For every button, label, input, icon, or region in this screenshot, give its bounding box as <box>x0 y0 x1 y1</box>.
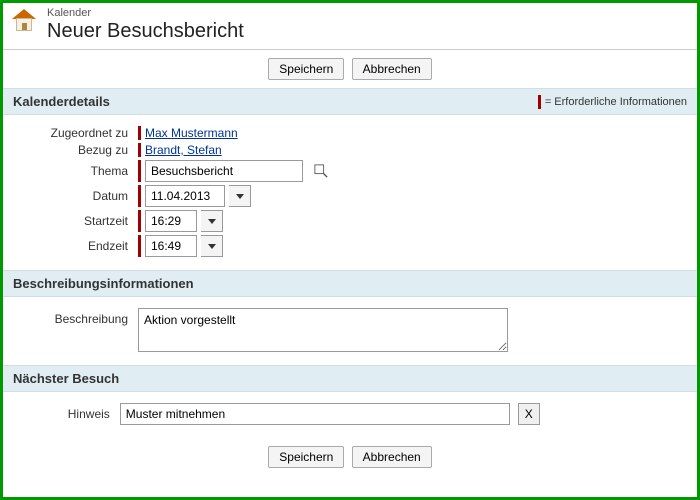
remove-hint-button[interactable]: X <box>518 403 540 425</box>
label-end-time: Endzeit <box>13 239 138 253</box>
end-time-dropdown-button[interactable] <box>201 235 223 257</box>
hint-input[interactable] <box>120 403 510 425</box>
label-subject: Thema <box>13 164 138 178</box>
app-window: Kalender Neuer Besuchsbericht Speichern … <box>0 0 700 500</box>
lookup-icon <box>314 164 328 178</box>
lookup-button[interactable] <box>310 160 332 182</box>
end-time-input[interactable] <box>145 235 197 257</box>
breadcrumb: Kalender <box>47 7 689 19</box>
date-dropdown-button[interactable] <box>229 185 251 207</box>
section-header-details: Kalenderdetails = Erforderliche Informat… <box>3 88 697 115</box>
required-legend-text: = Erforderliche Informationen <box>545 96 687 108</box>
required-bar-icon <box>138 235 141 257</box>
house-icon <box>11 9 37 33</box>
assigned-to-link[interactable]: Max Mustermann <box>145 126 238 140</box>
description-textarea[interactable] <box>138 308 508 352</box>
related-to-link[interactable]: Brandt, Stefan <box>145 143 222 157</box>
label-related-to: Bezug zu <box>13 143 138 157</box>
required-legend: = Erforderliche Informationen <box>538 95 687 109</box>
required-bar-icon <box>138 143 141 157</box>
subject-input[interactable] <box>145 160 303 182</box>
module-icon <box>11 7 39 33</box>
start-time-dropdown-button[interactable] <box>201 210 223 232</box>
description-body: Beschreibung <box>3 297 697 365</box>
required-mark-icon <box>538 95 541 109</box>
page-title: Neuer Besuchsbericht <box>47 20 689 43</box>
cancel-button[interactable]: Abbrechen <box>352 58 432 80</box>
details-body: Zugeordnet zu Max Mustermann Bezug zu Br… <box>3 115 697 270</box>
label-start-time: Startzeit <box>13 214 138 228</box>
cancel-button-bottom[interactable]: Abbrechen <box>352 446 432 468</box>
section-header-next-visit: Nächster Besuch <box>3 365 697 392</box>
section-title-details: Kalenderdetails <box>13 94 110 109</box>
required-bar-icon <box>138 185 141 207</box>
required-bar-icon <box>138 160 141 182</box>
required-bar-icon <box>138 126 141 140</box>
bottom-button-row: Speichern Abbrechen <box>3 438 697 476</box>
top-button-row: Speichern Abbrechen <box>3 50 697 88</box>
page-header: Kalender Neuer Besuchsbericht <box>3 3 697 50</box>
label-assigned-to: Zugeordnet zu <box>13 126 138 140</box>
section-header-description: Beschreibungsinformationen <box>3 270 697 297</box>
save-button[interactable]: Speichern <box>268 58 344 80</box>
section-title-description: Beschreibungsinformationen <box>13 276 194 291</box>
label-hint: Hinweis <box>13 407 120 421</box>
next-visit-body: Hinweis X <box>3 392 697 438</box>
label-description: Beschreibung <box>13 308 138 326</box>
chevron-down-icon <box>236 194 244 199</box>
start-time-input[interactable] <box>145 210 197 232</box>
chevron-down-icon <box>208 244 216 249</box>
label-date: Datum <box>13 189 138 203</box>
required-bar-icon <box>138 210 141 232</box>
save-button-bottom[interactable]: Speichern <box>268 446 344 468</box>
chevron-down-icon <box>208 219 216 224</box>
section-title-next-visit: Nächster Besuch <box>13 371 119 386</box>
date-input[interactable] <box>145 185 225 207</box>
